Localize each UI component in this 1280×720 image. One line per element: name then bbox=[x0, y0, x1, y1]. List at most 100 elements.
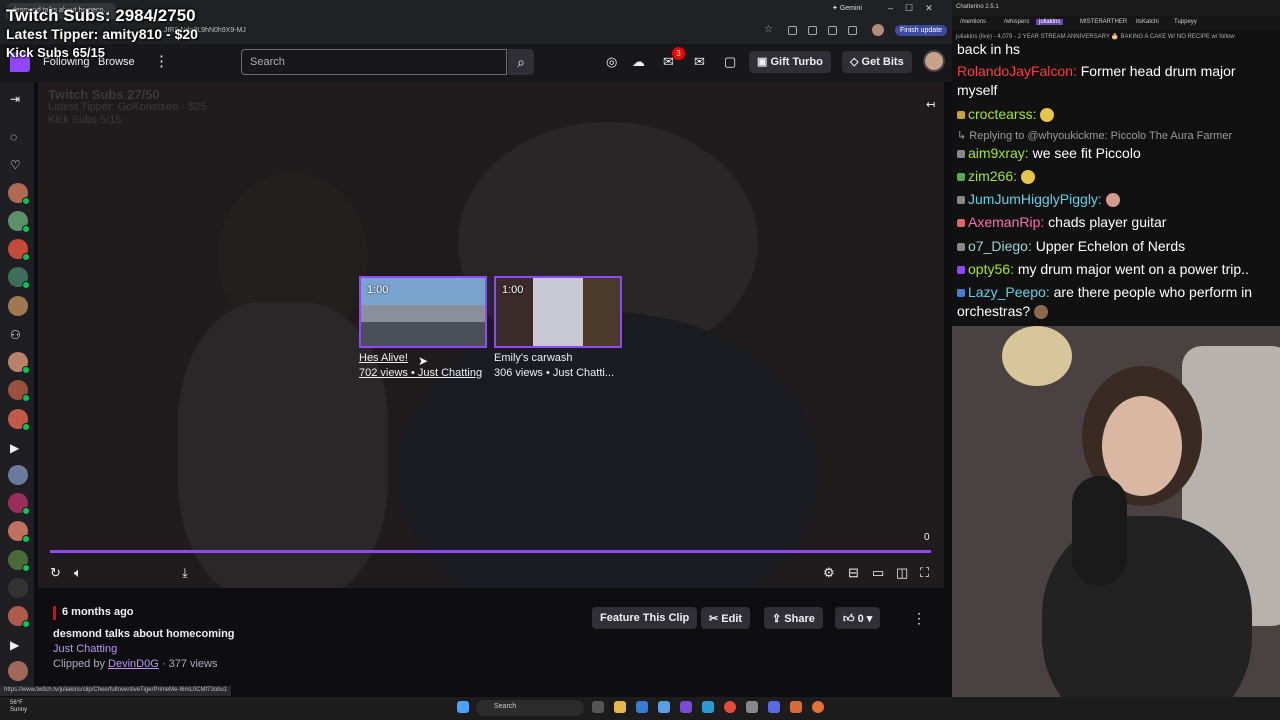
volume-icon[interactable]: 🔈︎ bbox=[74, 565, 82, 581]
channel-avatar[interactable] bbox=[8, 465, 28, 485]
gift-turbo-button[interactable]: ▣ Gift Turbo bbox=[749, 51, 831, 73]
cloud-icon[interactable]: ☁ bbox=[632, 54, 645, 70]
tab-misterarther[interactable]: MISTERARTHER bbox=[1080, 19, 1127, 25]
search-icon[interactable]: ⌕ bbox=[508, 49, 534, 75]
side-panel-icon[interactable] bbox=[848, 26, 857, 35]
finish-update-button[interactable]: Finish update bbox=[895, 25, 948, 36]
channel-avatar[interactable] bbox=[8, 409, 30, 431]
collapse-chat-icon[interactable]: ↤ bbox=[926, 98, 935, 111]
task-view-icon[interactable] bbox=[592, 701, 604, 713]
download-icon[interactable]: ⤓ bbox=[182, 565, 188, 581]
tab-itskatchi[interactable]: itsKatchi bbox=[1136, 19, 1159, 25]
video-player[interactable] bbox=[38, 82, 944, 588]
channel-avatar[interactable] bbox=[8, 661, 28, 681]
chat-username[interactable]: opty56: bbox=[968, 261, 1014, 277]
chat-username[interactable]: croctearss: bbox=[968, 106, 1036, 122]
more-options-icon[interactable]: ⋮ bbox=[912, 610, 926, 627]
app-icon[interactable] bbox=[680, 701, 692, 713]
firefox-icon[interactable] bbox=[812, 701, 824, 713]
mini-player-icon[interactable]: ▭ bbox=[872, 565, 884, 581]
progress-bar[interactable] bbox=[50, 550, 931, 553]
clip-icon[interactable]: ⊟ bbox=[848, 565, 859, 581]
app-icon[interactable] bbox=[658, 701, 670, 713]
clip-title[interactable]: Emily's carwash bbox=[494, 352, 622, 364]
windows-start-icon[interactable] bbox=[457, 701, 469, 713]
chrome-icon[interactable] bbox=[724, 701, 736, 713]
channel-avatar[interactable] bbox=[8, 267, 30, 289]
store-icon[interactable] bbox=[636, 701, 648, 713]
channel-avatar[interactable] bbox=[8, 352, 30, 374]
following-icon[interactable]: ◌ bbox=[10, 130, 17, 144]
downloads-icon[interactable] bbox=[828, 26, 837, 35]
tab-tuppeyy[interactable]: Tuppeyy bbox=[1174, 19, 1197, 25]
channel-avatar[interactable] bbox=[8, 239, 30, 261]
heart-icon[interactable]: ♡ bbox=[10, 158, 21, 172]
whispers-icon[interactable]: ▢ bbox=[724, 54, 736, 70]
chat-username[interactable]: zim266: bbox=[968, 168, 1017, 184]
get-bits-button[interactable]: ◇ Get Bits bbox=[842, 51, 912, 73]
inbox-icon[interactable]: ✉ bbox=[694, 54, 705, 70]
clipper-link[interactable]: DevinD0G bbox=[108, 658, 159, 670]
discord-icon[interactable] bbox=[768, 701, 780, 713]
chat-username[interactable]: AxemanRip: bbox=[968, 214, 1044, 230]
taskbar-search[interactable]: Search bbox=[476, 700, 584, 716]
gemini-button[interactable]: ✦ Gemini bbox=[832, 4, 862, 12]
time-ago-marker bbox=[53, 606, 56, 620]
live-indicator bbox=[22, 507, 30, 515]
chat-username[interactable]: o7_Diego: bbox=[968, 238, 1032, 254]
clip-duration: 1:00 bbox=[502, 284, 524, 296]
bookmark-star-icon[interactable]: ☆ bbox=[764, 24, 773, 35]
address-bar[interactable]: ...JIR8-Nde9L9hN0h9X9-MJ bbox=[150, 24, 570, 39]
channel-avatar[interactable] bbox=[8, 606, 30, 628]
tab-whispers[interactable]: /whispers bbox=[1004, 19, 1029, 25]
theatre-mode-icon[interactable]: ◫ bbox=[896, 565, 908, 581]
tab-mentions[interactable]: /mentions bbox=[960, 19, 986, 25]
settings-gear-icon[interactable]: ⚙ bbox=[823, 565, 835, 581]
window-controls[interactable]: –☐✕ bbox=[888, 3, 945, 14]
profile-avatar[interactable] bbox=[872, 24, 884, 36]
share-button[interactable]: ⇪ Share bbox=[764, 607, 823, 629]
app-icon[interactable] bbox=[746, 701, 758, 713]
weather-widget[interactable]: 56°F Sunny bbox=[10, 700, 27, 714]
channel-avatar[interactable] bbox=[8, 521, 30, 543]
replay-icon[interactable]: ↻ bbox=[50, 565, 61, 581]
extension-icon[interactable] bbox=[788, 26, 797, 35]
user-avatar[interactable] bbox=[923, 50, 945, 72]
expand-sidebar-icon[interactable]: ⇥ bbox=[10, 92, 20, 106]
extensions-puzzle-icon[interactable] bbox=[808, 26, 817, 35]
clip-thumbnail[interactable]: 1:00 bbox=[494, 276, 622, 348]
sub-badge-icon bbox=[957, 111, 965, 120]
add-friend-icon[interactable]: ⚇ bbox=[10, 328, 21, 342]
clip-category-link[interactable]: Just Chatting bbox=[53, 643, 117, 655]
like-button[interactable]: 👍︎ 0 ▾ bbox=[835, 607, 881, 629]
channel-avatar[interactable] bbox=[8, 578, 28, 598]
chat-username[interactable]: aim9xray: bbox=[968, 145, 1029, 161]
channel-avatar[interactable] bbox=[8, 296, 28, 316]
app-icon[interactable] bbox=[790, 701, 802, 713]
fullscreen-icon[interactable]: ⛶ bbox=[920, 565, 929, 581]
channel-avatar[interactable] bbox=[8, 211, 30, 233]
chat-message: back in hs bbox=[957, 40, 1275, 59]
video-camera-icon[interactable]: ▶ bbox=[10, 441, 19, 455]
channel-avatar[interactable] bbox=[8, 380, 30, 402]
clipped-by-line: Clipped by DevinD0G · 377 views bbox=[53, 658, 218, 670]
edge-icon[interactable] bbox=[702, 701, 714, 713]
chat-username[interactable]: JumJumHigglyPiggly: bbox=[968, 191, 1102, 207]
prime-crown-icon[interactable]: ◎ bbox=[606, 54, 617, 70]
more-menu-icon[interactable]: ⋮ bbox=[154, 52, 169, 70]
chat-username[interactable]: RolandoJayFalcon: bbox=[957, 63, 1077, 79]
file-explorer-icon[interactable] bbox=[614, 701, 626, 713]
feature-clip-button[interactable]: Feature This Clip bbox=[592, 607, 698, 629]
emote-icon bbox=[1105, 193, 1120, 208]
channel-avatar[interactable] bbox=[8, 493, 30, 515]
emote-icon bbox=[1020, 170, 1035, 185]
clip-thumbnail[interactable]: 1:00 bbox=[359, 276, 487, 348]
edit-button[interactable]: ✂ Edit bbox=[701, 607, 751, 629]
channel-avatar[interactable] bbox=[8, 550, 30, 572]
search-input[interactable]: Search bbox=[241, 49, 507, 75]
channel-avatar[interactable] bbox=[8, 183, 30, 205]
video-camera-icon[interactable]: ▶ bbox=[10, 638, 19, 652]
recommended-clip[interactable]: 1:00 Emily's carwash 306 views • Just Ch… bbox=[494, 276, 622, 379]
tab-juliakins[interactable]: juliakins bbox=[1036, 19, 1064, 25]
chat-username[interactable]: Lazy_Peepo: bbox=[968, 284, 1050, 300]
